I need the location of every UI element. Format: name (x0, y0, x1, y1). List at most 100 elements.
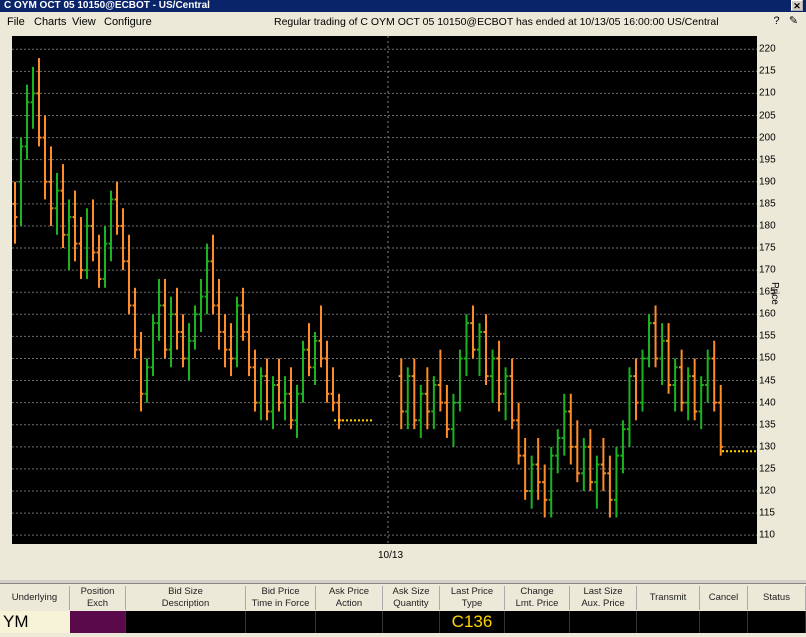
price-bar (78, 217, 84, 279)
order-cell[interactable] (637, 611, 700, 633)
order-cell[interactable] (246, 611, 316, 633)
column-header[interactable]: Status (748, 586, 806, 610)
column-header-line1: Last Price (450, 586, 494, 597)
price-bar (138, 331, 144, 412)
close-icon[interactable]: ✕ (791, 0, 803, 11)
y-tick-label: 170 (759, 264, 776, 276)
price-bar (646, 314, 652, 368)
column-header[interactable]: Bid Price Time in Force (246, 586, 316, 610)
y-tick-label: 115 (759, 507, 775, 519)
column-header-line2: Aux. Price (581, 598, 625, 609)
price-bar (607, 455, 613, 518)
order-cell[interactable] (748, 611, 806, 633)
price-bar (522, 437, 528, 500)
column-header-line2: Cancel (708, 592, 739, 603)
column-header[interactable]: Cancel (700, 586, 748, 610)
price-bar (574, 420, 580, 483)
y-tick-label: 120 (759, 485, 776, 497)
price-bar (516, 402, 522, 465)
price-bar (48, 146, 54, 226)
price-bar (294, 384, 300, 438)
price-bar (718, 384, 724, 456)
order-row[interactable]: C136 (0, 611, 806, 633)
column-header[interactable]: Position Exch (70, 586, 126, 610)
menu-charts[interactable]: Charts (34, 12, 66, 32)
price-bar (330, 367, 336, 412)
y-tick-label: 130 (759, 441, 776, 453)
menu-file[interactable]: File (7, 12, 25, 32)
column-header-line1: Last Size (583, 586, 623, 597)
column-header[interactable]: Last Size Aux. Price (570, 586, 637, 610)
column-header-line1: Change (520, 586, 554, 597)
price-bar (405, 367, 411, 430)
chart-canvas (12, 36, 757, 544)
price-bar (126, 234, 132, 315)
y-axis-title: Price (769, 282, 780, 305)
price-bar (509, 358, 515, 430)
column-header-line2: Exch (86, 598, 109, 609)
price-bar (398, 358, 404, 430)
price-bar (306, 323, 312, 377)
column-header-line1: Ask Price (328, 586, 370, 597)
pin-icon[interactable]: ✎ (787, 15, 800, 28)
y-tick-label: 160 (759, 308, 776, 320)
price-bar (84, 208, 90, 279)
price-bar (594, 455, 600, 509)
price-bar (633, 358, 639, 421)
price-bar (198, 278, 204, 332)
price-bar (502, 367, 509, 421)
price-bar (42, 115, 48, 200)
order-panel: Underlying Position Exch Bid Size Descriptio… (0, 583, 806, 637)
price-bar (288, 367, 294, 430)
price-bar (437, 349, 443, 412)
y-tick-label: 145 (759, 375, 776, 387)
price-bar (12, 181, 18, 244)
column-header[interactable]: Ask Size Quantity (383, 586, 440, 610)
y-tick-label: 220 (759, 43, 776, 55)
price-bar (264, 358, 270, 421)
price-bar (529, 455, 535, 509)
price-bar (555, 429, 561, 474)
order-cell[interactable] (316, 611, 383, 633)
order-cell[interactable] (126, 611, 246, 633)
column-header[interactable]: Last Price Type (440, 586, 505, 610)
order-cell[interactable] (700, 611, 748, 633)
column-header-line2: Underlying (11, 592, 58, 603)
menu-view[interactable]: View (72, 12, 96, 32)
price-bar (496, 340, 502, 412)
title-bar: C OYM OCT 05 10150@ECBOT - US/Central ✕ (0, 0, 806, 12)
underlying-value[interactable]: YM (0, 611, 70, 633)
question-icon[interactable]: ? (770, 15, 783, 28)
column-header[interactable]: Change Lmt. Price (505, 586, 570, 610)
price-bar (90, 199, 96, 262)
column-header-line2: Transmit (649, 592, 687, 603)
order-type-value[interactable]: C136 (440, 611, 505, 633)
price-bar (476, 323, 483, 377)
order-cell[interactable] (70, 611, 126, 633)
order-cell[interactable] (505, 611, 570, 633)
price-bar (150, 314, 156, 377)
price-bar (54, 172, 60, 235)
price-bar (581, 437, 587, 491)
price-chart[interactable] (12, 36, 757, 544)
price-bar (489, 349, 496, 403)
column-header[interactable]: Underlying (0, 586, 70, 610)
menu-configure[interactable]: Configure (104, 12, 152, 32)
order-cell[interactable] (570, 611, 637, 633)
price-bar (66, 199, 72, 271)
column-header[interactable]: Transmit (637, 586, 700, 610)
x-axis-date-label: 10/13 (378, 550, 404, 561)
column-header[interactable]: Bid Size Description (126, 586, 246, 610)
order-cell[interactable] (383, 611, 440, 633)
column-header-line2: Lmt. Price (515, 598, 559, 609)
column-header[interactable]: Ask Price Action (316, 586, 383, 610)
price-bar (470, 305, 476, 359)
price-bar (156, 278, 162, 341)
price-bar (60, 164, 66, 249)
column-header-line2: Type (461, 598, 483, 609)
price-bar (222, 314, 228, 368)
price-bar (679, 349, 685, 412)
price-bar (665, 323, 672, 394)
price-bar (270, 376, 276, 430)
y-tick-label: 155 (759, 330, 776, 342)
